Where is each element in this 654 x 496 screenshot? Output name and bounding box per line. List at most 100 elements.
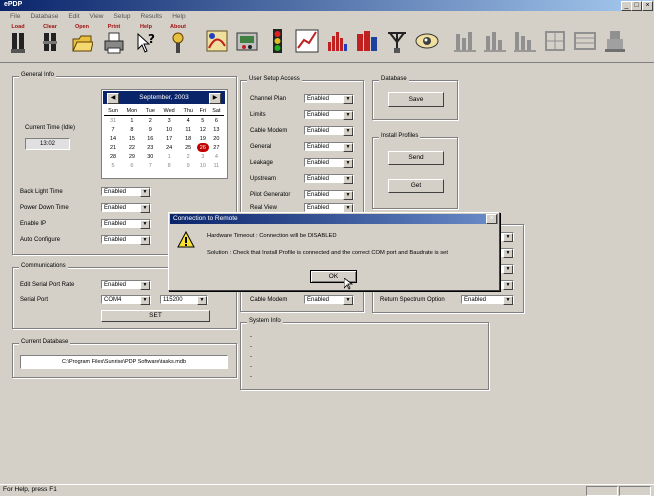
limits-select[interactable]: Enabled ▼ bbox=[304, 110, 354, 120]
about-button[interactable]: About bbox=[164, 24, 192, 59]
real-view-select[interactable]: Enabled ▼ bbox=[304, 203, 354, 213]
calendar-day[interactable]: 28 bbox=[104, 152, 122, 161]
menu-file[interactable]: File bbox=[10, 11, 20, 22]
traffic-light-icon[interactable] bbox=[264, 28, 290, 54]
meter-icon[interactable] bbox=[234, 28, 260, 54]
next-month-button[interactable]: ▶ bbox=[209, 93, 221, 104]
menu-setup[interactable]: Setup bbox=[114, 11, 131, 22]
calendar-day[interactable]: 5 bbox=[197, 116, 209, 126]
auto-configure-select[interactable]: Enabled ▼ bbox=[101, 235, 151, 245]
menu-results[interactable]: Results bbox=[141, 11, 163, 22]
calendar-day[interactable]: 8 bbox=[122, 125, 142, 134]
graph-icon[interactable] bbox=[294, 28, 320, 54]
send-button[interactable]: Send bbox=[388, 151, 444, 165]
clear-button[interactable]: Clear bbox=[36, 24, 64, 59]
general-select[interactable]: Enabled ▼ bbox=[304, 142, 354, 152]
enable-ip-select[interactable]: Enabled ▼ bbox=[101, 219, 151, 229]
calendar-day[interactable]: 11 bbox=[179, 125, 196, 134]
calendar-day[interactable]: 23 bbox=[142, 143, 159, 152]
wire-tools-icon[interactable] bbox=[204, 28, 230, 54]
calendar-day[interactable]: 30 bbox=[142, 152, 159, 161]
calendar-day[interactable]: 16 bbox=[142, 134, 159, 143]
antenna-icon[interactable] bbox=[384, 28, 410, 54]
option-select-3[interactable]: ▼ bbox=[500, 264, 514, 274]
channel-plan-select[interactable]: Enabled ▼ bbox=[304, 94, 354, 104]
calendar-day[interactable]: 12 bbox=[197, 125, 209, 134]
option-select-2[interactable]: ▼ bbox=[500, 248, 514, 258]
calendar-day[interactable]: 4 bbox=[179, 116, 196, 126]
calendar-day[interactable]: 6 bbox=[209, 116, 224, 126]
calendar-day[interactable]: 20 bbox=[209, 134, 224, 143]
bar-chart-icon[interactable] bbox=[354, 28, 380, 54]
calendar-day[interactable]: 25 bbox=[179, 143, 196, 152]
serial-rate-select[interactable]: Enabled ▼ bbox=[101, 280, 151, 290]
print-button[interactable]: Print bbox=[100, 24, 128, 59]
calendar-day[interactable]: 19 bbox=[197, 134, 209, 143]
calendar-day-selected[interactable]: 26 bbox=[196, 143, 209, 152]
help-button[interactable]: Help ? bbox=[132, 24, 160, 59]
grey-chart-6-icon[interactable] bbox=[602, 28, 628, 54]
save-button[interactable]: Save bbox=[388, 92, 444, 107]
calendar-day[interactable]: 13 bbox=[209, 125, 224, 134]
return-spectrum-select[interactable]: Enabled ▼ bbox=[461, 295, 514, 305]
set-button[interactable]: SET bbox=[101, 310, 210, 322]
calendar-day[interactable]: 1 bbox=[122, 116, 142, 126]
power-down-time-select[interactable]: Enabled ▼ bbox=[101, 203, 151, 213]
baud-rate-select[interactable]: 115200 ▼ bbox=[160, 295, 208, 305]
option-select-1[interactable]: ▼ bbox=[500, 232, 514, 242]
get-button[interactable]: Get bbox=[388, 179, 444, 193]
upstream-select[interactable]: Enabled ▼ bbox=[304, 174, 354, 184]
calendar-day[interactable]: 1 bbox=[159, 152, 180, 161]
calendar-day[interactable]: 7 bbox=[142, 161, 159, 170]
calendar-day[interactable]: 21 bbox=[104, 143, 122, 152]
calendar-day[interactable]: 9 bbox=[142, 125, 159, 134]
calendar-day[interactable]: 14 bbox=[104, 134, 122, 143]
menu-database[interactable]: Database bbox=[30, 11, 58, 22]
calendar-day[interactable]: 17 bbox=[159, 134, 180, 143]
leakage-select[interactable]: Enabled ▼ bbox=[304, 158, 354, 168]
maximize-button[interactable]: □ bbox=[631, 1, 642, 11]
calendar-day[interactable]: 10 bbox=[197, 161, 209, 170]
calendar-day[interactable]: 3 bbox=[159, 116, 180, 126]
serial-port-select[interactable]: COM4 ▼ bbox=[101, 295, 151, 305]
calendar-day[interactable]: 24 bbox=[159, 143, 180, 152]
calendar-day[interactable]: 10 bbox=[159, 125, 180, 134]
menu-edit[interactable]: Edit bbox=[68, 11, 79, 22]
calendar-day[interactable]: 7 bbox=[104, 125, 122, 134]
calendar-day[interactable]: 3 bbox=[197, 152, 209, 161]
calendar-day[interactable]: 22 bbox=[122, 143, 142, 152]
grey-chart-2-icon[interactable] bbox=[482, 28, 508, 54]
calendar-day[interactable]: 2 bbox=[142, 116, 159, 126]
calendar-day[interactable]: 11 bbox=[209, 161, 224, 170]
open-button[interactable]: Open bbox=[68, 24, 96, 59]
calendar-day[interactable]: 29 bbox=[122, 152, 142, 161]
calendar-day[interactable]: 2 bbox=[179, 152, 196, 161]
calendar-day[interactable]: 8 bbox=[159, 161, 180, 170]
calendar-day[interactable]: 6 bbox=[122, 161, 142, 170]
calendar[interactable]: ◀ September, 2003 ▶ Sun Mon Tue Wed Thu Fri Sa… bbox=[101, 89, 228, 179]
calendar-day[interactable]: 4 bbox=[209, 152, 224, 161]
calendar-day[interactable]: 5 bbox=[104, 161, 122, 170]
load-button[interactable]: Load bbox=[4, 24, 32, 59]
cable-modem-select[interactable]: Enabled ▼ bbox=[304, 126, 354, 136]
histogram-icon[interactable] bbox=[324, 28, 350, 54]
grey-chart-5-icon[interactable] bbox=[572, 28, 598, 54]
grey-chart-4-icon[interactable] bbox=[542, 28, 568, 54]
calendar-day[interactable]: 27 bbox=[209, 143, 224, 152]
database-path-field[interactable]: C:\Program Files\Sunrise\PDP Software\ta… bbox=[20, 355, 228, 369]
menu-help[interactable]: Help bbox=[172, 11, 185, 22]
prev-month-button[interactable]: ◀ bbox=[107, 93, 119, 104]
backlight-time-select[interactable]: Enabled ▼ bbox=[101, 187, 151, 197]
grey-chart-3-icon[interactable] bbox=[512, 28, 538, 54]
calendar-day[interactable]: 31 bbox=[104, 116, 122, 126]
option-select-4[interactable]: ▼ bbox=[500, 280, 514, 290]
dialog-close-button[interactable]: × bbox=[486, 214, 497, 224]
calendar-day[interactable]: 15 bbox=[122, 134, 142, 143]
calendar-day[interactable]: 18 bbox=[179, 134, 196, 143]
close-button[interactable]: × bbox=[642, 1, 653, 11]
grey-chart-1-icon[interactable] bbox=[452, 28, 478, 54]
calendar-day[interactable]: 9 bbox=[179, 161, 196, 170]
eye-icon[interactable] bbox=[414, 28, 440, 54]
menu-view[interactable]: View bbox=[90, 11, 104, 22]
cable-modem-2-select[interactable]: Enabled ▼ bbox=[304, 295, 354, 305]
